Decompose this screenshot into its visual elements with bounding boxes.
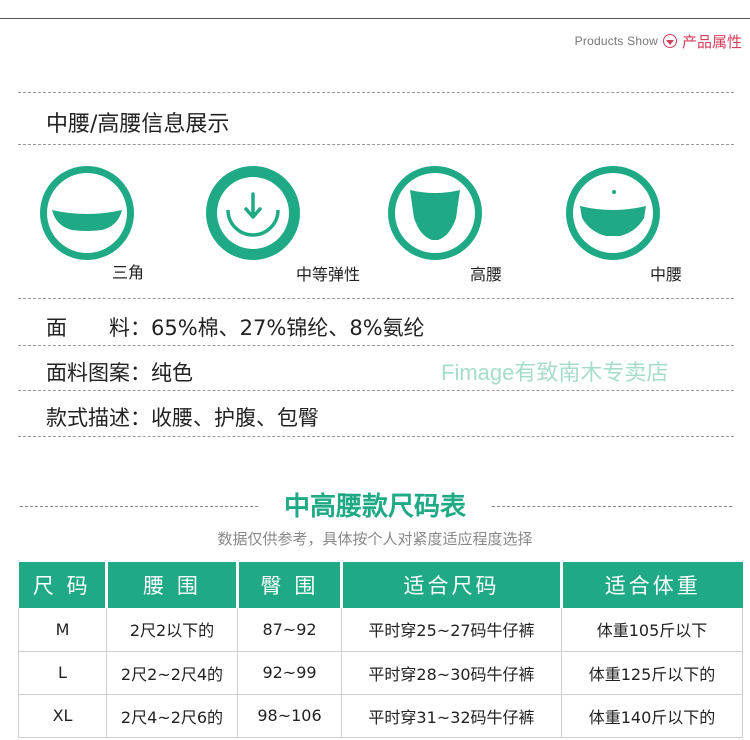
icon-label: 高腰 xyxy=(470,265,503,284)
size-table: 尺 码 腰 围 臀 围 适合尺码 适合体重 M 2尺2以下的 87~92 平时穿… xyxy=(18,562,743,738)
products-show-header: Products Show 产品属性 xyxy=(575,30,742,52)
style-row: 款式描述：收腰、护腹、包臀 xyxy=(46,402,319,432)
header-hip: 臀 围 xyxy=(237,562,343,608)
section-title: 中腰/高腰信息展示 xyxy=(46,112,230,137)
divider xyxy=(18,436,734,437)
style-label: 款式描述： xyxy=(46,406,151,430)
pattern-label: 面料图案： xyxy=(46,361,151,385)
divider xyxy=(18,144,734,145)
triangle-brief-icon xyxy=(40,166,134,260)
medium-elastic-icon xyxy=(206,166,300,260)
cell-fit-weight: 体重105斤以下 xyxy=(561,608,743,652)
table-header-row: 尺 码 腰 围 臀 围 适合尺码 适合体重 xyxy=(18,562,743,608)
mid-waist-icon xyxy=(566,166,660,260)
product-attributes-label: 产品属性 xyxy=(681,32,742,51)
cell-size: M xyxy=(18,608,107,652)
cell-hip: 87~92 xyxy=(237,608,342,652)
header-fit-size: 适合尺码 xyxy=(341,562,563,608)
cell-size: XL xyxy=(18,694,107,738)
cell-waist: 2尺2~2尺4的 xyxy=(106,651,238,695)
header-fit-weight: 适合体重 xyxy=(561,562,743,608)
pattern-value: 纯色 xyxy=(151,361,193,385)
style-value: 收腰、护腹、包臀 xyxy=(151,406,319,430)
cell-fit-size: 平时穿31~32码牛仔裤 xyxy=(341,694,562,738)
icon-label: 中腰 xyxy=(650,265,683,284)
title-divider-right xyxy=(492,506,732,507)
cell-fit-weight: 体重125斤以下的 xyxy=(561,651,743,695)
cell-fit-size: 平时穿28~30码牛仔裤 xyxy=(341,651,562,695)
cell-size: L xyxy=(18,651,107,695)
divider xyxy=(18,298,734,299)
cell-waist: 2尺2以下的 xyxy=(106,608,238,652)
table-row: XL 2尺4~2尺6的 98~106 平时穿31~32码牛仔裤 体重140斤以下… xyxy=(18,694,743,738)
dropdown-circle-icon xyxy=(662,34,677,48)
high-waist-icon xyxy=(388,166,482,260)
pattern-row: 面料图案：纯色 xyxy=(46,357,193,387)
divider xyxy=(18,92,734,93)
top-divider xyxy=(0,18,750,19)
table-row: M 2尺2以下的 87~92 平时穿25~27码牛仔裤 体重105斤以下 xyxy=(18,608,743,652)
header-size: 尺 码 xyxy=(18,562,108,608)
cell-hip: 98~106 xyxy=(237,694,342,738)
divider xyxy=(18,345,734,346)
size-chart-title: 中高腰款尺码表 xyxy=(283,492,466,522)
icon-label: 中等弹性 xyxy=(296,265,361,284)
cell-waist: 2尺4~2尺6的 xyxy=(106,694,238,738)
table-row: L 2尺2~2尺4的 92~99 平时穿28~30码牛仔裤 体重125斤以下的 xyxy=(18,651,743,695)
header-waist: 腰 围 xyxy=(106,562,239,608)
fabric-row: 面 料：65%棉、27%锦纶、8%氨纶 xyxy=(46,312,425,342)
fabric-label: 面 料： xyxy=(46,316,151,340)
divider xyxy=(18,390,734,391)
store-watermark: Fimage有致南木专卖店 xyxy=(441,360,669,385)
icon-label: 三角 xyxy=(112,263,145,282)
fabric-value: 65%棉、27%锦纶、8%氨纶 xyxy=(151,316,425,340)
cell-hip: 92~99 xyxy=(237,651,342,695)
cell-fit-weight: 体重140斤以下的 xyxy=(561,694,743,738)
size-chart-subtitle: 数据仅供参考，具体按个人对紧度适应程度选择 xyxy=(217,530,533,548)
products-show-label: Products Show xyxy=(574,34,658,48)
cell-fit-size: 平时穿25~27码牛仔裤 xyxy=(341,608,562,652)
